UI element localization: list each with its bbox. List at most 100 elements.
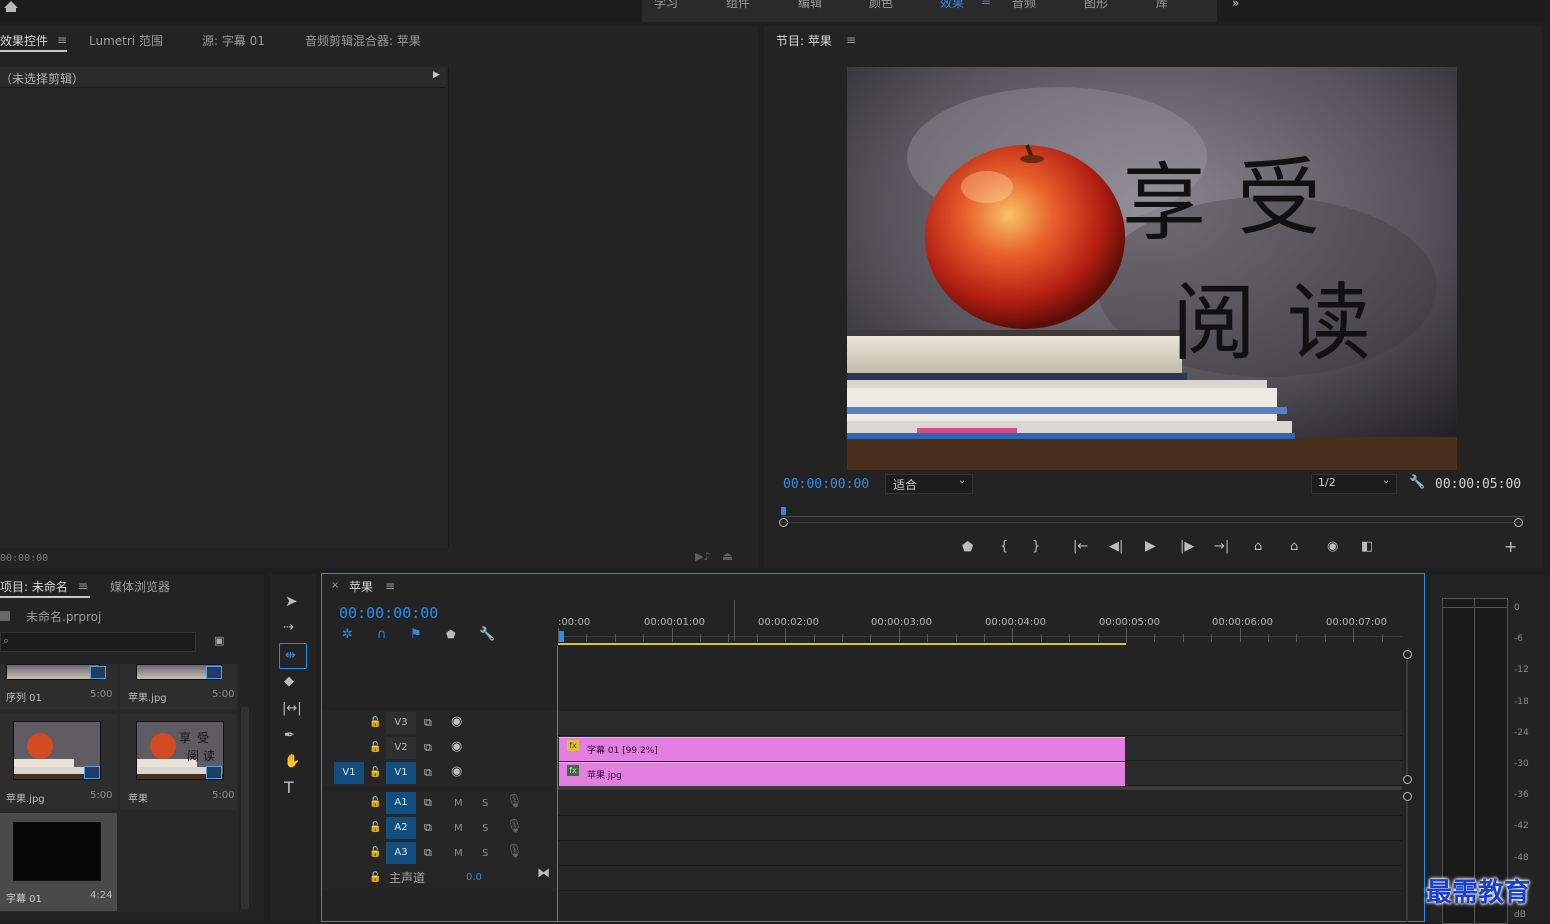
close-sequence-icon[interactable]: × [331, 580, 339, 591]
mark-in-icon[interactable]: { [1000, 540, 1008, 554]
selection-tool-icon[interactable]: ➤ [285, 594, 298, 609]
track-lane-a2[interactable] [558, 816, 1402, 841]
sync-lock-icon[interactable]: ⧉ [424, 846, 432, 860]
tab-effect-controls[interactable]: 效果控件 [0, 32, 48, 49]
mute-button[interactable]: M [454, 798, 463, 809]
snap-magnet-icon[interactable]: ∩ [377, 628, 387, 642]
clip-title-01[interactable]: fx 字幕 01 [99.2%] [559, 737, 1125, 761]
solo-button[interactable]: S [482, 798, 488, 809]
track-lane-master[interactable] [558, 866, 1402, 891]
program-menu-icon[interactable]: ≡ [846, 33, 856, 47]
eye-icon[interactable]: ◉ [451, 740, 462, 754]
comparison-view-icon[interactable]: ◧ [1361, 540, 1373, 554]
filter-icon[interactable]: ▶♪ [695, 550, 710, 563]
track-lane-a3[interactable] [558, 841, 1402, 866]
linked-selection-icon[interactable]: ⚑ [410, 628, 422, 642]
project-item-apple-jpg-1[interactable]: 苹果.jpg 5:00 [120, 664, 237, 709]
lock-icon[interactable]: 🔓 [369, 766, 381, 780]
panel-menu-icon[interactable]: ≡ [57, 33, 67, 47]
workspace-tab-libraries[interactable]: 库 [1156, 0, 1168, 11]
program-playhead-timecode[interactable]: 00:00:00:00 [783, 477, 869, 492]
solo-button[interactable]: S [482, 823, 488, 834]
sequence-tab[interactable]: 苹果 [349, 578, 373, 595]
razor-tool-icon[interactable]: ◆ [284, 675, 294, 689]
lock-icon[interactable]: 🔓 [369, 846, 381, 860]
timeline-menu-icon[interactable]: ≡ [385, 579, 395, 593]
go-to-out-icon[interactable]: →| [1214, 540, 1229, 554]
tab-source[interactable]: 源: 字幕 01 [202, 32, 265, 49]
project-item-title-01[interactable]: 字幕 01 4:24 [0, 813, 117, 911]
project-scrollbar[interactable] [241, 706, 249, 910]
track-target-a1[interactable]: A1 [386, 792, 416, 814]
workspace-menu-icon[interactable]: ≡ [981, 0, 991, 8]
tab-audio-clip-mixer[interactable]: 音频剪辑混合器: 苹果 [305, 32, 421, 49]
sync-lock-icon[interactable]: ⧉ [424, 766, 432, 780]
track-target-a3[interactable]: A3 [386, 842, 416, 864]
tab-project[interactable]: 项目: 未命名 [0, 578, 68, 595]
add-marker-icon[interactable]: ⬟ [962, 541, 973, 555]
microphone-icon[interactable]: 🎙 [506, 845, 523, 859]
project-item-sequence-01[interactable]: 序列 01 5:00 [0, 664, 117, 709]
go-to-in-icon[interactable]: |← [1073, 540, 1088, 554]
lock-icon[interactable]: 🔓 [369, 871, 381, 885]
solo-button[interactable]: S [482, 848, 488, 859]
extract-icon[interactable]: ⌂ [1290, 540, 1298, 554]
project-menu-icon[interactable]: ≡ [78, 579, 88, 593]
sync-lock-icon[interactable]: ⧉ [424, 821, 432, 835]
resolution-select[interactable]: 1/2 ⌄ [1311, 474, 1397, 494]
track-target-a2[interactable]: A2 [386, 817, 416, 839]
expand-arrow-icon[interactable]: ▶ [433, 70, 440, 80]
tab-lumetri-scopes[interactable]: Lumetri 范围 [89, 32, 163, 49]
add-button-icon[interactable]: + [1504, 539, 1517, 555]
slip-tool-icon[interactable]: |↔| [282, 702, 302, 716]
project-item-apple-sequence[interactable]: 享 受 阅 读 苹果 5:00 [120, 714, 237, 810]
sync-lock-icon[interactable]: ⧉ [424, 741, 432, 755]
track-target-v1[interactable]: V1 [386, 762, 416, 784]
lock-icon[interactable]: 🔓 [369, 796, 381, 810]
workspace-tab-graphics[interactable]: 图形 [1084, 0, 1108, 11]
go-to-end-icon[interactable]: ⧓ [537, 867, 550, 881]
scroll-handle-audio-top[interactable] [1403, 792, 1412, 801]
microphone-icon[interactable]: 🎙 [506, 820, 523, 834]
program-video-frame[interactable]: 享 受 阅 读 [847, 67, 1457, 470]
scroll-handle-middle[interactable] [1403, 775, 1412, 784]
eye-icon[interactable]: ◉ [451, 715, 462, 729]
microphone-icon[interactable]: 🎙 [506, 795, 523, 809]
project-search-input[interactable]: ⌕ [0, 632, 196, 652]
wrench-icon[interactable]: 🔧 [1409, 476, 1425, 490]
workspace-tab-color[interactable]: 颜色 [869, 0, 893, 11]
track-lane-a1[interactable] [558, 791, 1402, 816]
source-patch-v1[interactable]: V1 [334, 762, 364, 784]
workspace-tab-editing[interactable]: 编辑 [798, 0, 822, 11]
hand-tool-icon[interactable]: ✋ [284, 755, 300, 769]
nest-toggle-icon[interactable]: ✲ [342, 628, 353, 642]
workspace-tab-learn[interactable]: 学习 [654, 0, 678, 11]
step-back-icon[interactable]: ◀| [1109, 540, 1123, 554]
workspace-tab-audio[interactable]: 音频 [1012, 0, 1036, 11]
workspace-overflow-icon[interactable]: » [1232, 0, 1239, 10]
ripple-edit-tool-active[interactable]: ⇹ [279, 643, 307, 669]
play-icon[interactable]: ▶ [1145, 539, 1156, 553]
track-select-tool-icon[interactable]: ⇢ [283, 621, 294, 635]
program-monitor-title[interactable]: 节目: 苹果 [776, 32, 832, 49]
timeline-timecode[interactable]: 00:00:00:00 [339, 604, 438, 622]
mark-out-icon[interactable]: } [1032, 540, 1040, 554]
timeline-vertical-scroll[interactable] [1402, 646, 1414, 922]
step-forward-icon[interactable]: |▶ [1180, 540, 1194, 554]
master-volume-value[interactable]: 0.0 [466, 872, 482, 883]
program-playhead[interactable] [781, 507, 786, 515]
eye-icon[interactable]: ◉ [451, 765, 462, 779]
clip-apple-jpg[interactable]: fx 苹果.jpg [559, 762, 1125, 786]
new-bin-icon[interactable]: ▣ [214, 634, 224, 647]
workspace-tab-effects[interactable]: 效果 [940, 0, 964, 11]
pen-tool-icon[interactable]: ✒ [284, 729, 295, 743]
mute-button[interactable]: M [454, 823, 463, 834]
tab-media-browser[interactable]: 媒体浏览器 [110, 578, 170, 595]
program-scrub-bar[interactable] [779, 502, 1525, 527]
audio-video-divider[interactable] [558, 786, 1402, 790]
lock-icon[interactable]: 🔓 [369, 716, 381, 730]
project-item-apple-jpg-2[interactable]: 苹果.jpg 5:00 [0, 714, 117, 810]
sync-lock-icon[interactable]: ⧉ [424, 716, 432, 730]
fit-zoom-select[interactable]: 适合 ⌄ [885, 474, 973, 494]
workspace-tab-assembly[interactable]: 组件 [726, 0, 750, 11]
